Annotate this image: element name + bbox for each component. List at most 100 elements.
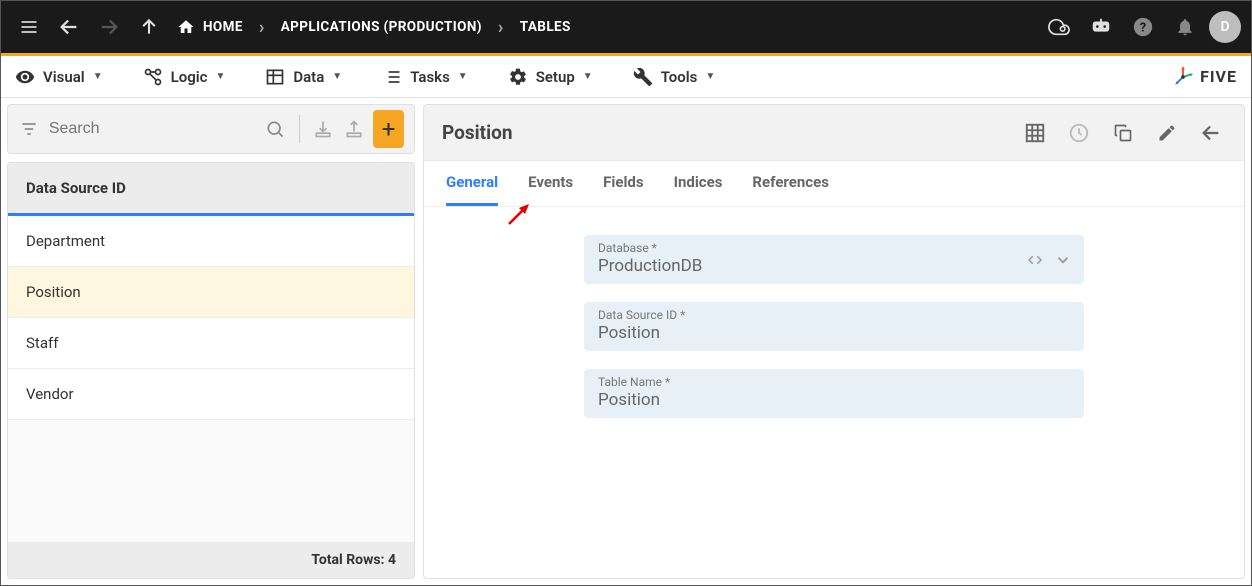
plus-icon: + <box>382 115 396 143</box>
filter-icon[interactable] <box>18 115 41 143</box>
brand-text: FIVE <box>1200 67 1237 86</box>
avatar-initial: D <box>1220 19 1229 35</box>
tab-label: Events <box>528 173 573 191</box>
menu-icon[interactable] <box>11 9 47 45</box>
field-data-source-id[interactable]: Data Source ID * Position <box>584 302 1084 351</box>
field-table-name[interactable]: Table Name * Position <box>584 369 1084 418</box>
menu-label: Tools <box>661 68 698 86</box>
search-row: + <box>7 104 415 154</box>
field-value: Position <box>598 323 1070 343</box>
history-icon[interactable] <box>1064 118 1094 148</box>
menu-data[interactable]: Data▼ <box>265 67 342 87</box>
search-icon[interactable] <box>264 115 287 143</box>
tab-events[interactable]: Events <box>528 161 573 206</box>
chat-icon[interactable] <box>1083 9 1119 45</box>
tab-general[interactable]: General <box>446 161 498 206</box>
import-icon[interactable] <box>311 115 334 143</box>
detail-header: Position <box>424 105 1244 161</box>
list-item-department[interactable]: Department <box>8 216 414 267</box>
table-icon <box>265 67 285 87</box>
list-footer-label: Total Rows: 4 <box>311 552 396 568</box>
tab-label: Fields <box>603 173 643 191</box>
list-box: Data Source ID Department Position Staff… <box>7 162 415 579</box>
menu-setup[interactable]: Setup ▼ <box>508 67 593 87</box>
main-area: + Data Source ID Department Position Sta… <box>1 98 1251 585</box>
menu-tools[interactable]: Tools▼ <box>633 67 716 87</box>
brand-logo-icon <box>1172 66 1194 88</box>
chevron-down-icon: ▼ <box>215 71 225 82</box>
field-label: Data Source ID * <box>598 308 1070 322</box>
menu-bar: Visual▼ Logic▼ Data▼ Tasks▼ Setup▼ Tools… <box>1 56 1251 98</box>
left-panel: + Data Source ID Department Position Sta… <box>7 104 415 579</box>
edit-icon[interactable] <box>1152 118 1182 148</box>
chevron-right-icon: › <box>498 17 504 38</box>
eye-icon <box>15 67 35 87</box>
field-label: Database * <box>598 241 1070 255</box>
list-item-staff[interactable]: Staff <box>8 318 414 369</box>
export-icon[interactable] <box>342 115 365 143</box>
list-icon <box>382 67 402 87</box>
back-arrow-icon[interactable] <box>1196 118 1226 148</box>
list-item-vendor[interactable]: Vendor <box>8 369 414 420</box>
list-header[interactable]: Data Source ID <box>8 163 414 216</box>
chevron-down-icon: ▼ <box>458 71 468 82</box>
menu-label: Logic <box>171 68 208 86</box>
cloud-icon[interactable] <box>1041 9 1077 45</box>
help-icon[interactable]: ? <box>1125 9 1161 45</box>
search-input[interactable] <box>49 120 256 138</box>
list-item-label: Position <box>26 283 81 301</box>
breadcrumb-applications[interactable]: APPLICATIONS (PRODUCTION) <box>281 19 482 35</box>
detail-tabs: General Events Fields Indices References <box>424 161 1244 207</box>
detail-panel: Position General Events Fields Indices R… <box>423 104 1245 579</box>
breadcrumb-label: APPLICATIONS (PRODUCTION) <box>281 19 482 35</box>
copy-icon[interactable] <box>1108 118 1138 148</box>
field-value: Position <box>598 390 1070 410</box>
menu-label: Tasks <box>410 68 450 86</box>
menu-label: Setup <box>536 68 575 86</box>
breadcrumb: HOME › APPLICATIONS (PRODUCTION) › TABLE… <box>177 17 571 38</box>
tab-fields[interactable]: Fields <box>603 161 643 206</box>
code-icon[interactable] <box>1026 251 1044 269</box>
breadcrumb-home[interactable]: HOME <box>177 18 243 36</box>
field-label: Table Name * <box>598 375 1070 389</box>
topbar-right: ? D <box>1041 9 1241 45</box>
tab-label: Indices <box>674 173 723 191</box>
form-area: Database * ProductionDB Data Source ID *… <box>424 207 1244 578</box>
gear-icon <box>508 67 528 87</box>
tab-references[interactable]: References <box>752 161 829 206</box>
menu-tasks[interactable]: Tasks ▼ <box>382 67 468 87</box>
chevron-right-icon: › <box>259 17 265 38</box>
forward-icon <box>91 9 127 45</box>
menu-label: Visual <box>43 68 85 86</box>
detail-actions <box>1020 118 1226 148</box>
breadcrumb-tables[interactable]: TABLES <box>520 19 571 35</box>
menu-visual[interactable]: Visual▼ <box>15 67 103 87</box>
topbar-left: HOME › APPLICATIONS (PRODUCTION) › TABLE… <box>11 9 571 45</box>
home-icon <box>177 18 195 36</box>
back-icon[interactable] <box>51 9 87 45</box>
list-item-label: Vendor <box>26 385 74 403</box>
avatar[interactable]: D <box>1209 11 1241 43</box>
bell-icon[interactable] <box>1167 9 1203 45</box>
grid-icon[interactable] <box>1020 118 1050 148</box>
tools-icon <box>633 67 653 87</box>
list-item-label: Staff <box>26 334 58 352</box>
up-icon[interactable] <box>131 9 167 45</box>
breadcrumb-label: TABLES <box>520 19 571 35</box>
svg-text:?: ? <box>1140 21 1146 36</box>
add-button[interactable]: + <box>373 110 404 148</box>
field-database[interactable]: Database * ProductionDB <box>584 235 1084 284</box>
list-item-position[interactable]: Position <box>8 267 414 318</box>
chevron-down-icon: ▼ <box>583 71 593 82</box>
tab-label: References <box>752 173 829 191</box>
chevron-down-icon: ▼ <box>332 71 342 82</box>
nodes-icon <box>143 67 163 87</box>
brand: FIVE <box>1172 66 1237 88</box>
menu-logic[interactable]: Logic ▼ <box>143 67 226 87</box>
list-header-label: Data Source ID <box>26 179 126 197</box>
list-footer: Total Rows: 4 <box>8 542 414 578</box>
chevron-down-icon[interactable] <box>1054 251 1072 269</box>
field-value: ProductionDB <box>598 256 1070 276</box>
divider <box>299 115 300 143</box>
tab-indices[interactable]: Indices <box>674 161 723 206</box>
